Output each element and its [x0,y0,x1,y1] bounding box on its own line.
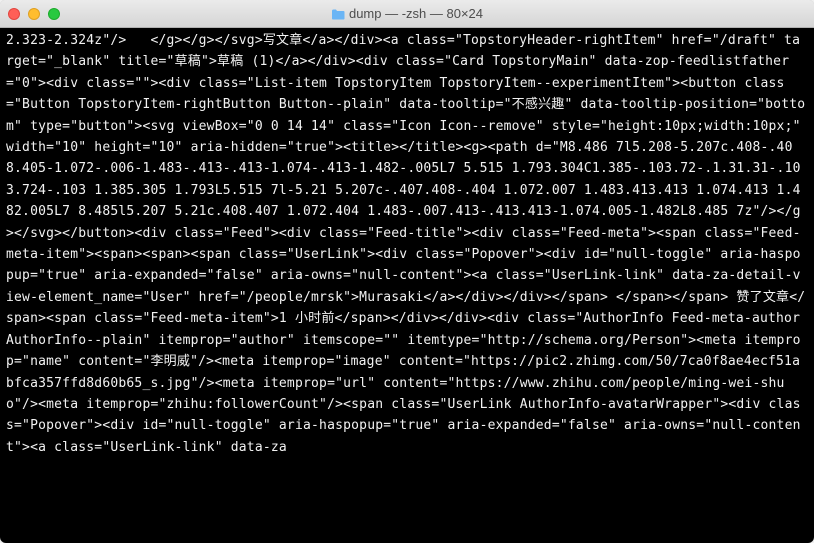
minimize-button[interactable] [28,8,40,20]
folder-icon [331,8,345,19]
traffic-lights [8,8,60,20]
close-button[interactable] [8,8,20,20]
terminal-body[interactable]: 2.323-2.324z"/> </g></g></svg>写文章</a></d… [0,28,814,543]
titlebar: dump — -zsh — 80×24 [0,0,814,28]
terminal-output: 2.323-2.324z"/> </g></g></svg>写文章</a></d… [6,30,808,458]
window-title-container: dump — -zsh — 80×24 [0,6,814,21]
terminal-window: dump — -zsh — 80×24 2.323-2.324z"/> </g>… [0,0,814,543]
maximize-button[interactable] [48,8,60,20]
window-title: dump — -zsh — 80×24 [349,6,483,21]
